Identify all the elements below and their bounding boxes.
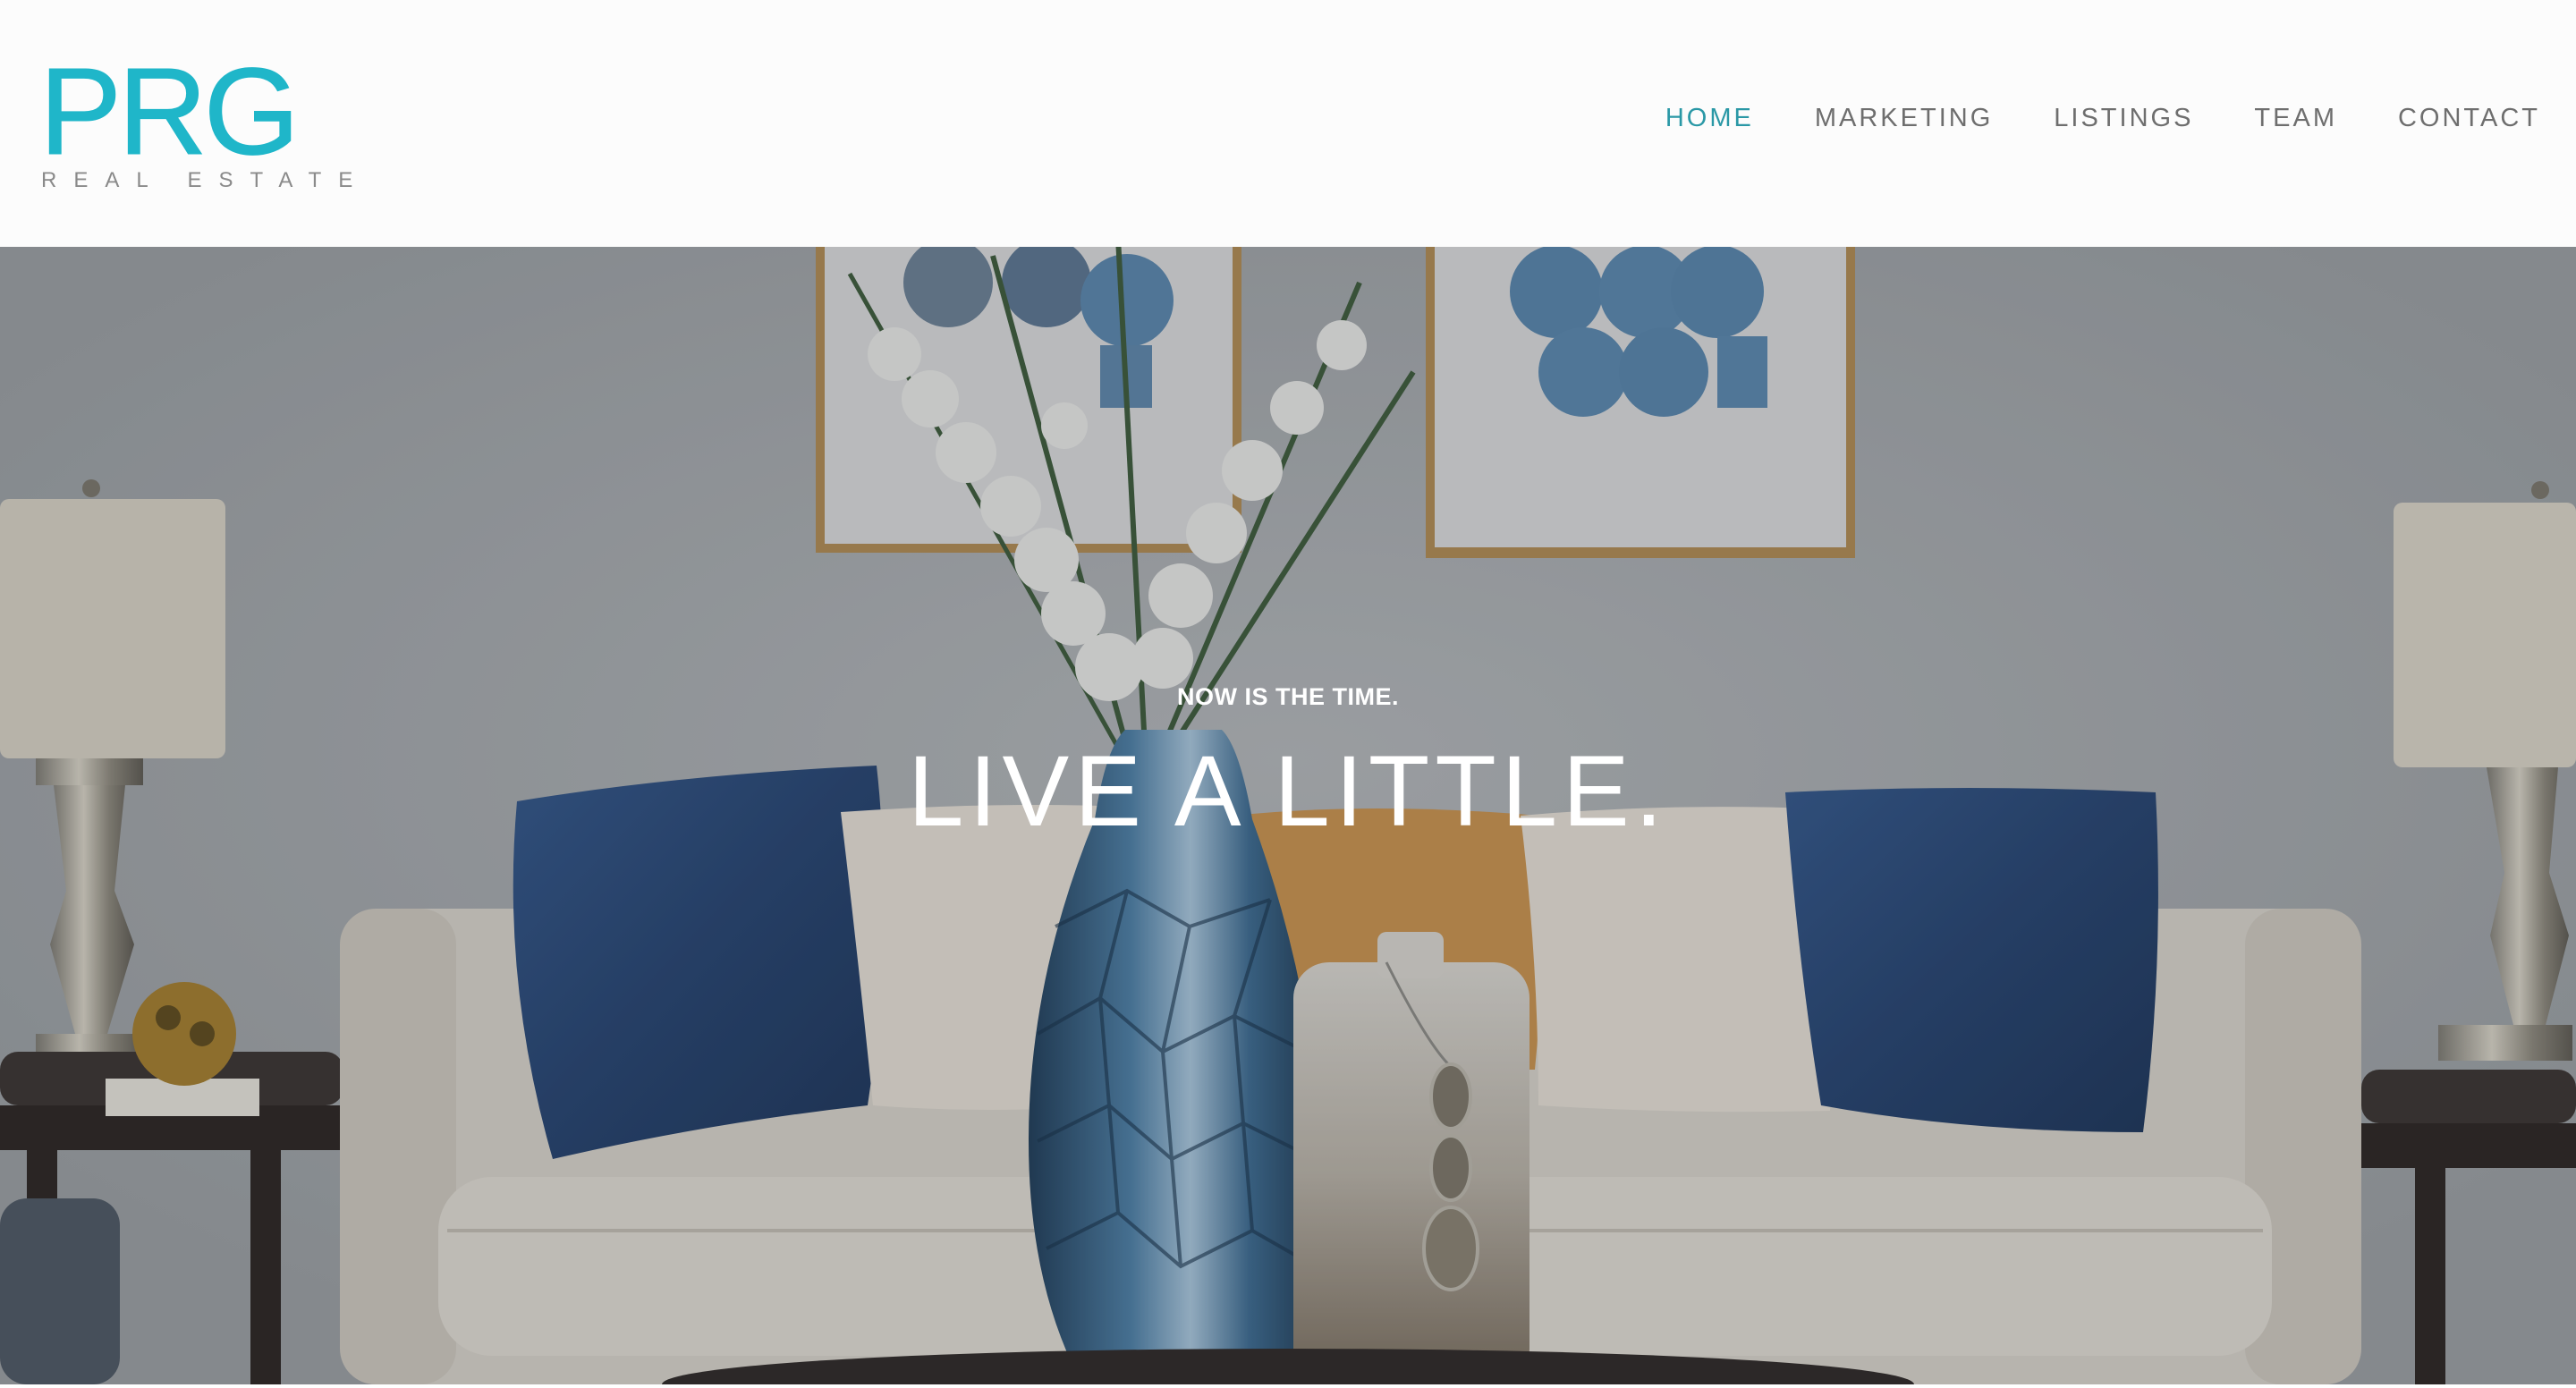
nav-item-listings[interactable]: LISTINGS (1993, 104, 2193, 133)
logo-mark: PRG (38, 43, 300, 181)
hero-eyebrow: NOW IS THE TIME. (1177, 683, 1399, 710)
logo-subtitle: REAL ESTATE (41, 168, 370, 192)
nav-item-contact[interactable]: CONTACT (2337, 104, 2540, 133)
site-header: PRG REAL ESTATE HOME MARKETING LISTINGS … (0, 0, 2576, 247)
nav-item-team[interactable]: TEAM (2193, 104, 2337, 133)
nav-item-marketing[interactable]: MARKETING (1754, 104, 1993, 133)
brand-logo[interactable]: PRG REAL ESTATE (38, 43, 352, 193)
main-nav: HOME MARKETING LISTINGS TEAM CONTACT (1605, 104, 2540, 133)
hero-title: LIVE A LITTLE. (908, 735, 1668, 847)
hero-banner: NOW IS THE TIME. LIVE A LITTLE. (0, 247, 2576, 1384)
bottom-divider (0, 1384, 2576, 1388)
nav-item-home[interactable]: HOME (1605, 104, 1754, 133)
